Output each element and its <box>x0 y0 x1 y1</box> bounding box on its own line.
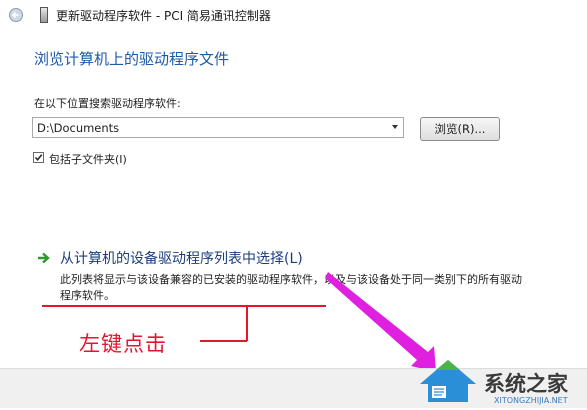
annotation-text: 左键点击 <box>79 332 167 356</box>
watermark-name: 系统之家 <box>484 372 568 396</box>
watermark-logo: 系统之家 XITONGZHIJIA.NET <box>416 354 587 408</box>
house-logo-icon <box>420 360 476 402</box>
watermark-url: XITONGZHIJIA.NET <box>494 396 568 405</box>
